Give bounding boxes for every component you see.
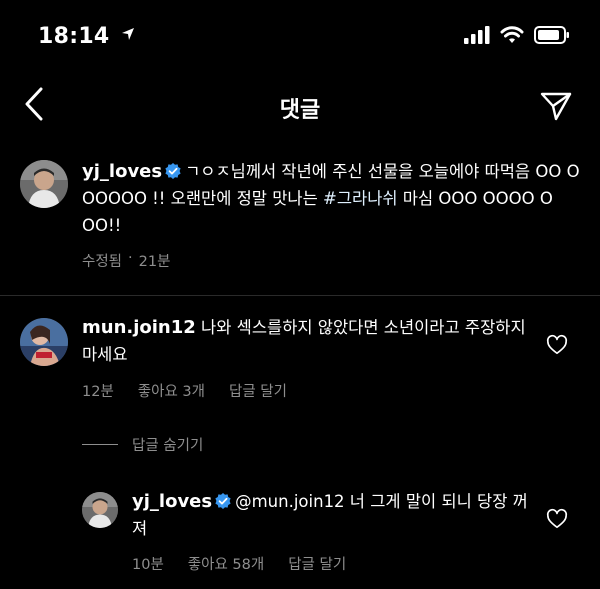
battery-icon xyxy=(534,26,569,44)
comment-username[interactable]: mun.join12 xyxy=(82,317,196,338)
reply-meta: 10분 좋아요 58개 답글 달기 xyxy=(132,553,346,574)
reply-text: yj_loves @mun.join12 너 그게 말이 되니 당장 꺼져 xyxy=(132,488,532,542)
reply-time: 10분 xyxy=(132,557,164,573)
avatar[interactable] xyxy=(82,492,118,528)
avatar-image xyxy=(82,492,118,528)
page-title: 댓글 xyxy=(279,98,321,123)
comment-time: 12분 xyxy=(82,384,114,400)
divider xyxy=(82,444,118,445)
comment-likes[interactable]: 좋아요 3개 xyxy=(138,380,205,401)
reply-button[interactable]: 답글 달기 xyxy=(288,553,346,574)
avatar[interactable] xyxy=(20,318,68,366)
wifi-icon xyxy=(500,26,524,43)
heart-icon[interactable] xyxy=(546,334,568,356)
signal-icon xyxy=(464,26,490,44)
caption-time: 21분 xyxy=(138,254,171,270)
reply-button[interactable]: 답글 달기 xyxy=(229,380,287,401)
hide-replies-label: 답글 숨기기 xyxy=(132,438,204,454)
status-icons xyxy=(464,26,570,44)
status-bar: 18:14 xyxy=(0,0,600,70)
caption-username[interactable]: yj_loves xyxy=(82,161,162,182)
comment-meta: 12분 좋아요 3개 답글 달기 xyxy=(82,380,287,401)
heart-icon[interactable] xyxy=(546,508,568,530)
avatar[interactable] xyxy=(20,160,68,208)
post-caption: yj_loves ㄱㅇㅈ님께서 작년에 주신 선물을 오늘에야 따먹음 OO O … xyxy=(0,140,600,296)
send-button[interactable] xyxy=(536,86,576,126)
avatar-image xyxy=(20,318,68,366)
reply-username[interactable]: yj_loves xyxy=(132,491,212,512)
edited-label: 수정됨 xyxy=(82,254,123,270)
comment-text: mun.join12 나와 섹스를하지 않았다면 소년이라고 주장하지 마세요 xyxy=(82,314,532,368)
status-time-text: 18:14 xyxy=(38,24,110,49)
verified-badge-icon xyxy=(215,493,231,509)
location-arrow-icon xyxy=(121,28,134,40)
reply-likes[interactable]: 좋아요 58개 xyxy=(188,553,264,574)
meta-separator: · xyxy=(128,250,133,266)
verified-badge-icon xyxy=(165,163,181,179)
status-time: 18:14 xyxy=(38,24,136,49)
send-icon xyxy=(540,92,572,121)
nav-bar: 댓글 xyxy=(0,70,600,140)
caption-text: yj_loves ㄱㅇㅈ님께서 작년에 주신 선물을 오늘에야 따먹음 OO O … xyxy=(82,158,582,239)
caption-meta: 수정됨 · 21분 xyxy=(82,250,170,271)
caption-hashtag[interactable]: #그라나쉬 xyxy=(323,189,398,208)
avatar-image xyxy=(20,160,68,208)
hide-replies-button[interactable]: 답글 숨기기 xyxy=(82,434,203,455)
